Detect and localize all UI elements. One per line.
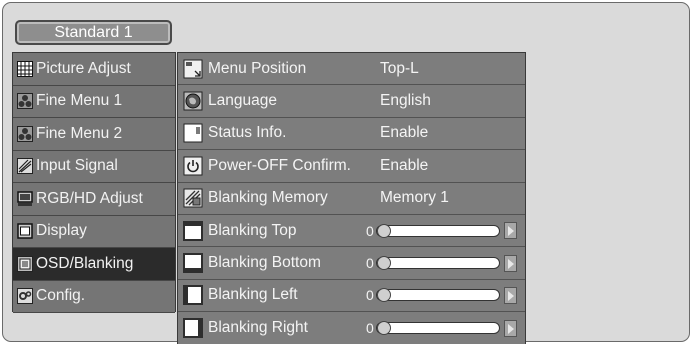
slider-track[interactable]: [375, 321, 500, 336]
display-icon: [17, 223, 33, 239]
blanking-left-icon: [183, 285, 203, 306]
status-info-value[interactable]: Enable: [380, 124, 428, 142]
blanking-left-row[interactable]: Blanking Left 0: [178, 280, 525, 313]
fine-menu-icon: [17, 125, 33, 142]
blanking-right-label: Blanking Right: [208, 319, 308, 337]
sidebar-item-config[interactable]: Config.: [13, 280, 175, 313]
input-signal-icon: [17, 158, 33, 175]
status-info-label: Status Info.: [208, 124, 287, 142]
sidebar-item-label: OSD/Blanking: [36, 254, 134, 272]
blanking-bottom-label: Blanking Bottom: [208, 254, 321, 272]
menu-position-label: Menu Position: [208, 59, 307, 77]
menu-position-row[interactable]: Menu Position Top-L: [178, 53, 525, 86]
slider-right-arrow-icon[interactable]: [503, 222, 517, 240]
blanking-bottom-value: 0: [366, 255, 374, 272]
sidebar-item-label: Fine Menu 2: [36, 124, 123, 142]
sidebar-item-label: Display: [36, 222, 87, 240]
monitor-icon: [17, 191, 33, 207]
blanking-bottom-row[interactable]: Blanking Bottom 0: [178, 247, 525, 280]
config-icon: [17, 288, 33, 305]
slider-knob[interactable]: [376, 288, 391, 303]
slider-knob[interactable]: [376, 256, 391, 271]
blanking-bottom-icon: [183, 253, 203, 274]
grid-icon: [17, 60, 33, 77]
blanking-top-row[interactable]: Blanking Top 0: [178, 215, 525, 248]
sidebar-item-label: Fine Menu 1: [36, 92, 123, 110]
sidebar-item-label: Input Signal: [36, 157, 118, 175]
tab-standard[interactable]: Standard 1: [15, 20, 172, 45]
blanking-memory-icon: [183, 188, 203, 208]
tab-label: Standard 1: [54, 24, 133, 41]
sidebar-item-label: Picture Adjust: [36, 59, 131, 77]
blanking-bottom-slider[interactable]: 0: [366, 247, 517, 278]
slider-knob[interactable]: [376, 321, 391, 336]
blanking-top-label: Blanking Top: [208, 221, 297, 239]
power-off-confirm-label: Power-OFF Confirm.: [208, 156, 351, 174]
osd-icon: [17, 255, 33, 272]
sidebar-item-label: Config.: [36, 287, 86, 305]
blanking-top-slider[interactable]: 0: [366, 215, 517, 246]
status-info-row[interactable]: Status Info. Enable: [178, 118, 525, 151]
power-off-confirm-row[interactable]: Power-OFF Confirm. Enable: [178, 150, 525, 183]
blanking-left-value: 0: [366, 287, 374, 304]
globe-icon: [183, 91, 203, 111]
blanking-memory-row[interactable]: Blanking Memory Memory 1: [178, 183, 525, 215]
menu-position-icon: [183, 59, 203, 79]
sidebar-item-display[interactable]: Display: [13, 215, 175, 248]
sidebar: Picture Adjust Fine Menu 1 Fine Menu 2 I…: [12, 52, 176, 313]
slider-track[interactable]: [375, 223, 500, 238]
slider-track[interactable]: [375, 256, 500, 271]
sidebar-item-fine-menu-2[interactable]: Fine Menu 2: [13, 118, 175, 151]
slider-right-arrow-icon[interactable]: [503, 286, 517, 304]
menu-position-value[interactable]: Top-L: [380, 60, 419, 78]
blanking-right-slider[interactable]: 0: [366, 312, 517, 344]
language-row[interactable]: Language English: [178, 85, 525, 118]
slider-right-arrow-icon[interactable]: [503, 254, 517, 272]
sidebar-item-label: RGB/HD Adjust: [36, 189, 143, 207]
sidebar-item-rgb-hd-adjust[interactable]: RGB/HD Adjust: [13, 183, 175, 216]
sidebar-item-picture-adjust[interactable]: Picture Adjust: [13, 53, 175, 86]
slider-track[interactable]: [375, 288, 500, 303]
sidebar-item-osd-blanking[interactable]: OSD/Blanking: [13, 248, 175, 281]
power-off-confirm-value[interactable]: Enable: [380, 157, 428, 175]
blanking-top-icon: [183, 220, 203, 241]
blanking-memory-label: Blanking Memory: [208, 189, 328, 207]
sidebar-item-input-signal[interactable]: Input Signal: [13, 150, 175, 183]
blanking-top-value: 0: [366, 222, 374, 239]
blanking-left-slider[interactable]: 0: [366, 280, 517, 311]
blanking-memory-value[interactable]: Memory 1: [380, 189, 449, 207]
blanking-left-label: Blanking Left: [208, 286, 298, 304]
blanking-right-icon: [183, 318, 203, 339]
language-value[interactable]: English: [380, 92, 431, 110]
slider-right-arrow-icon[interactable]: [503, 319, 517, 337]
slider-knob[interactable]: [376, 223, 391, 238]
fine-menu-icon: [17, 93, 33, 110]
blanking-right-row[interactable]: Blanking Right 0: [178, 312, 525, 344]
power-icon: [183, 156, 203, 176]
sidebar-item-fine-menu-1[interactable]: Fine Menu 1: [13, 85, 175, 118]
language-label: Language: [208, 92, 277, 110]
status-info-icon: [183, 123, 203, 143]
settings-panel: Menu Position Top-L Language English Sta…: [177, 52, 526, 344]
blanking-right-value: 0: [366, 320, 374, 337]
